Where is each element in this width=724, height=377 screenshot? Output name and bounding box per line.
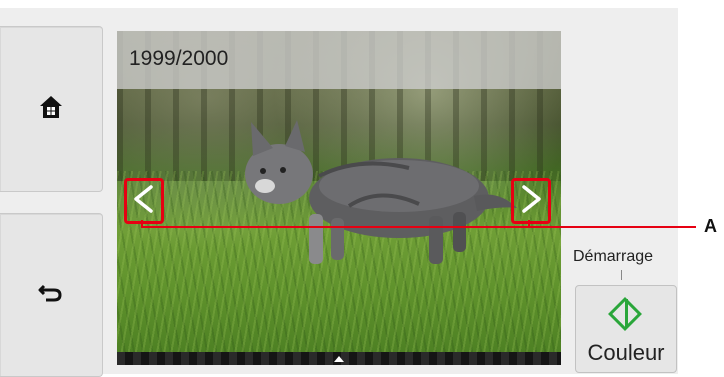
home-icon [38,94,64,125]
previous-photo-button[interactable] [124,178,164,224]
chevron-right-icon [518,184,544,219]
photo-preview[interactable]: 1999/2000 [117,31,561,365]
chevron-left-icon [131,184,157,219]
home-button[interactable] [0,26,103,192]
color-start-button[interactable]: Couleur [575,285,677,373]
next-photo-button[interactable] [511,178,551,224]
start-button-label: Couleur [587,340,665,365]
callout-label: A [704,216,717,236]
callout-line [141,226,696,228]
kitten-image [245,120,517,264]
up-arrow-icon[interactable] [334,356,344,362]
counter-bar: 1999/2000 [117,31,561,89]
caption-tick [621,270,622,280]
start-caption: Démarrage [573,248,654,265]
back-button[interactable] [0,213,103,377]
start-diamond-bar [625,299,628,327]
thumbnail-strip[interactable] [117,352,561,365]
photo-counter: 1999/2000 [129,47,229,70]
back-arrow-icon [38,282,64,309]
